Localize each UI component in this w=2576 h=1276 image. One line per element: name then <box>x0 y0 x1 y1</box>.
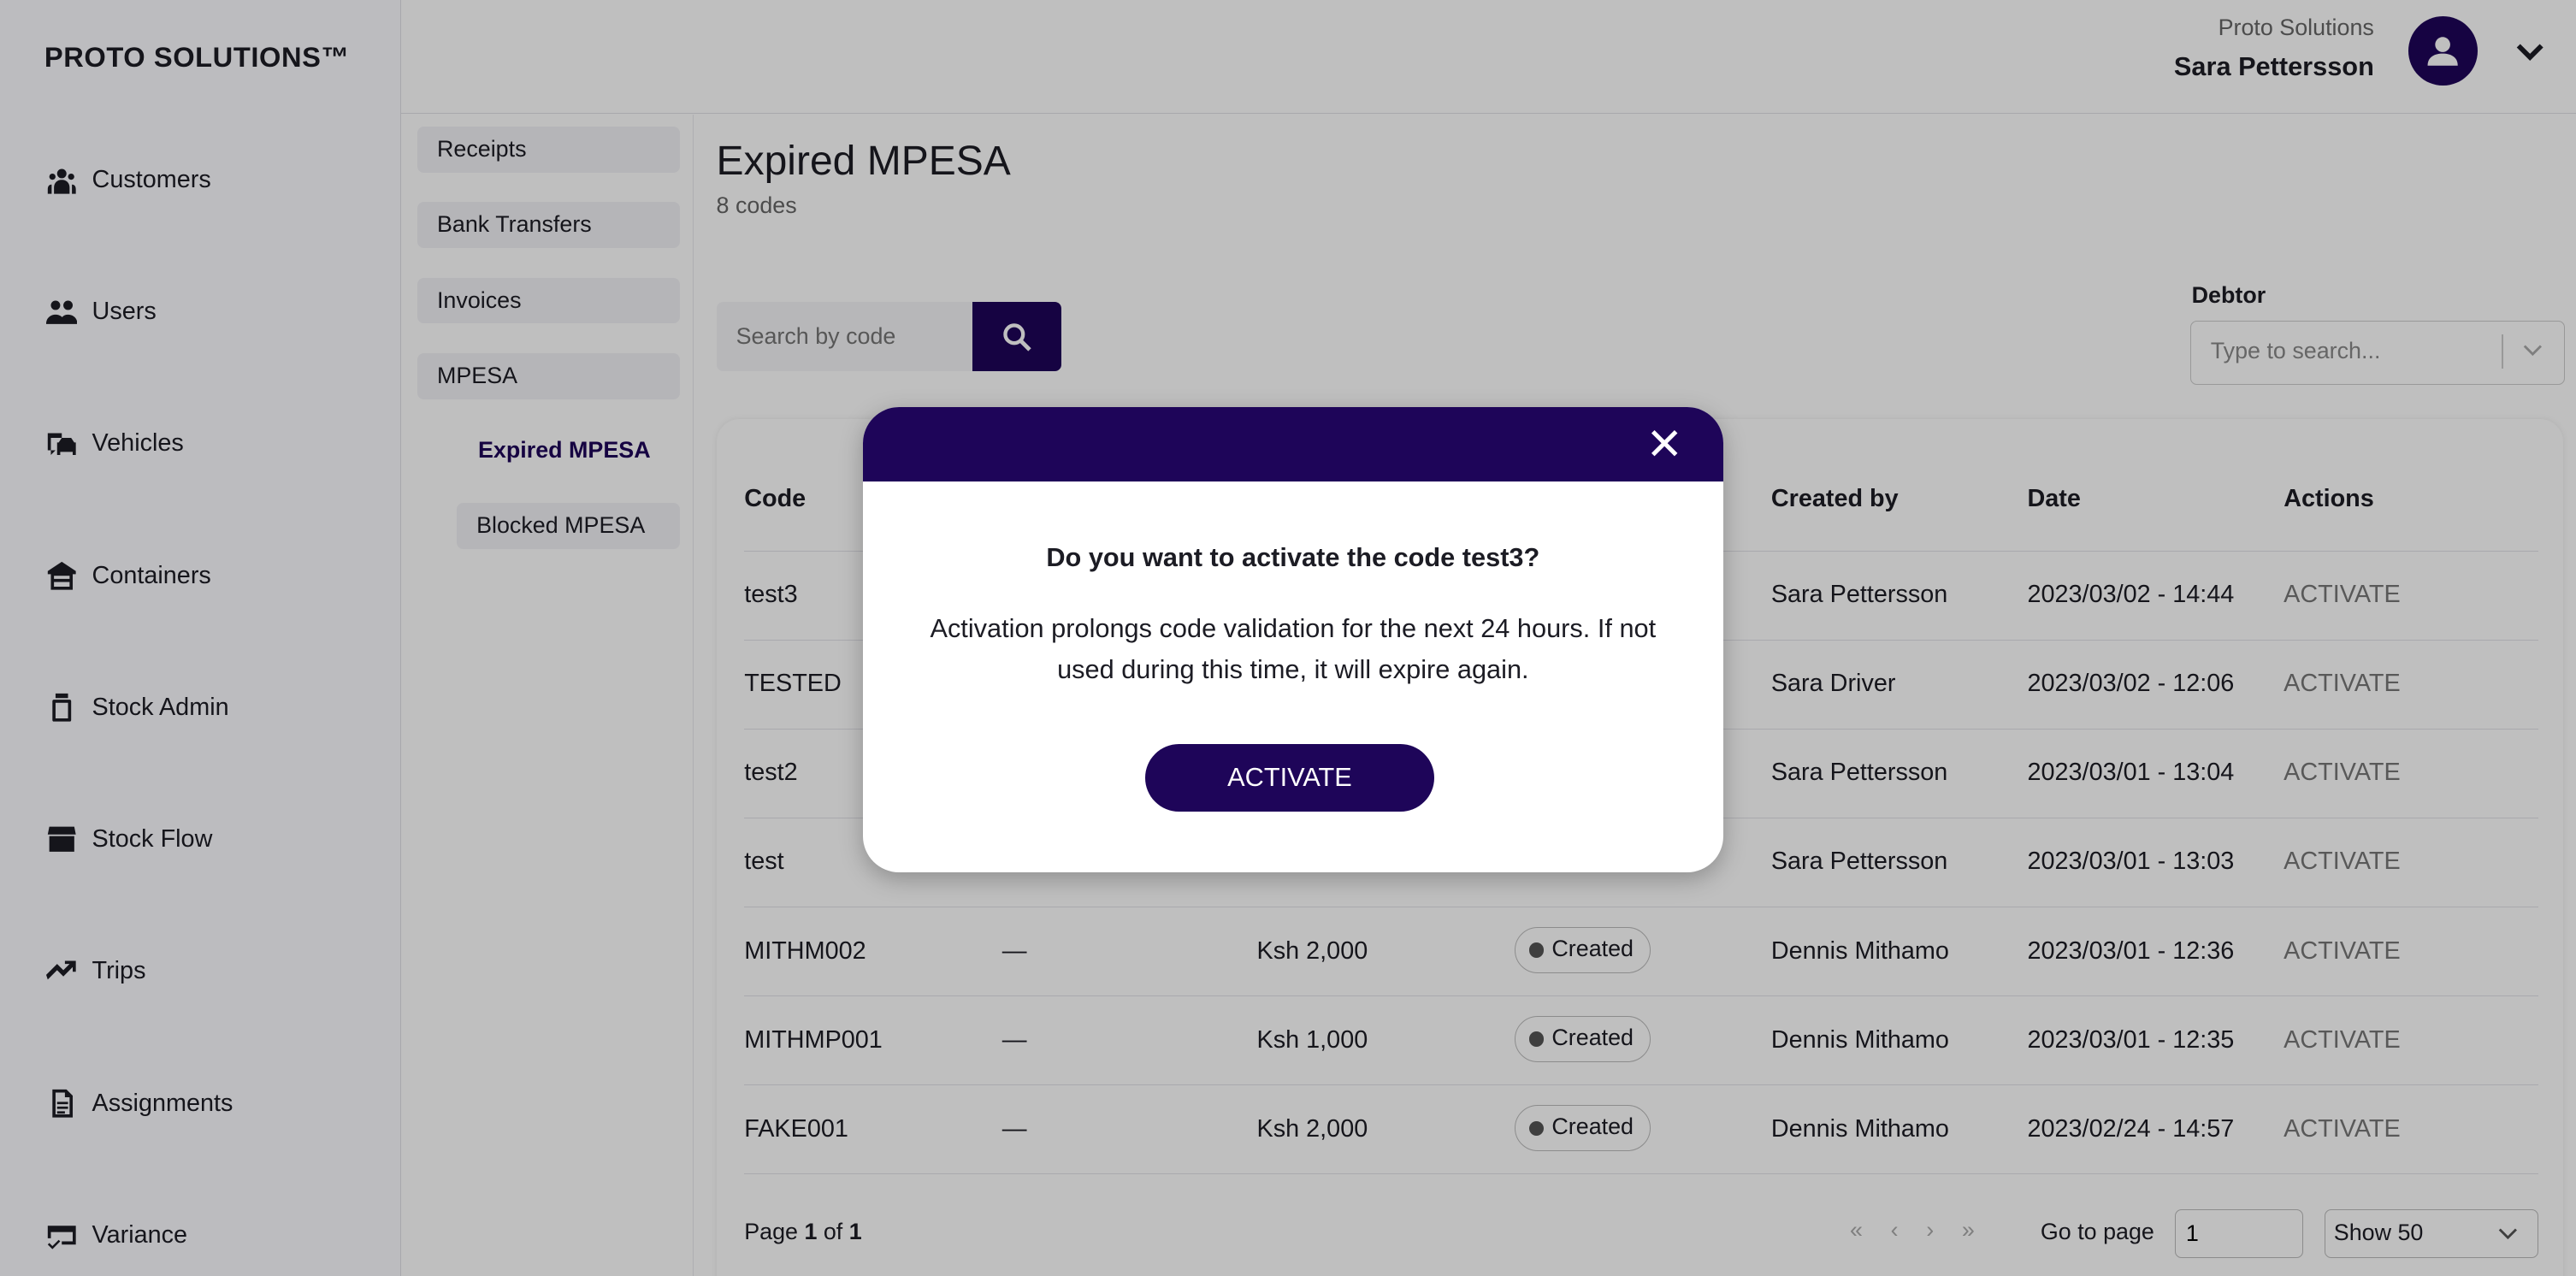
activate-dialog: Do you want to activate the code test3? … <box>862 407 1724 873</box>
activate-button[interactable]: ACTIVATE <box>1144 744 1435 812</box>
close-icon[interactable] <box>1648 427 1681 466</box>
dialog-body: Activation prolongs code validation for … <box>930 612 1657 684</box>
dialog-question: Do you want to activate the code test3? <box>1046 541 1540 572</box>
dialog-header <box>862 407 1724 481</box>
